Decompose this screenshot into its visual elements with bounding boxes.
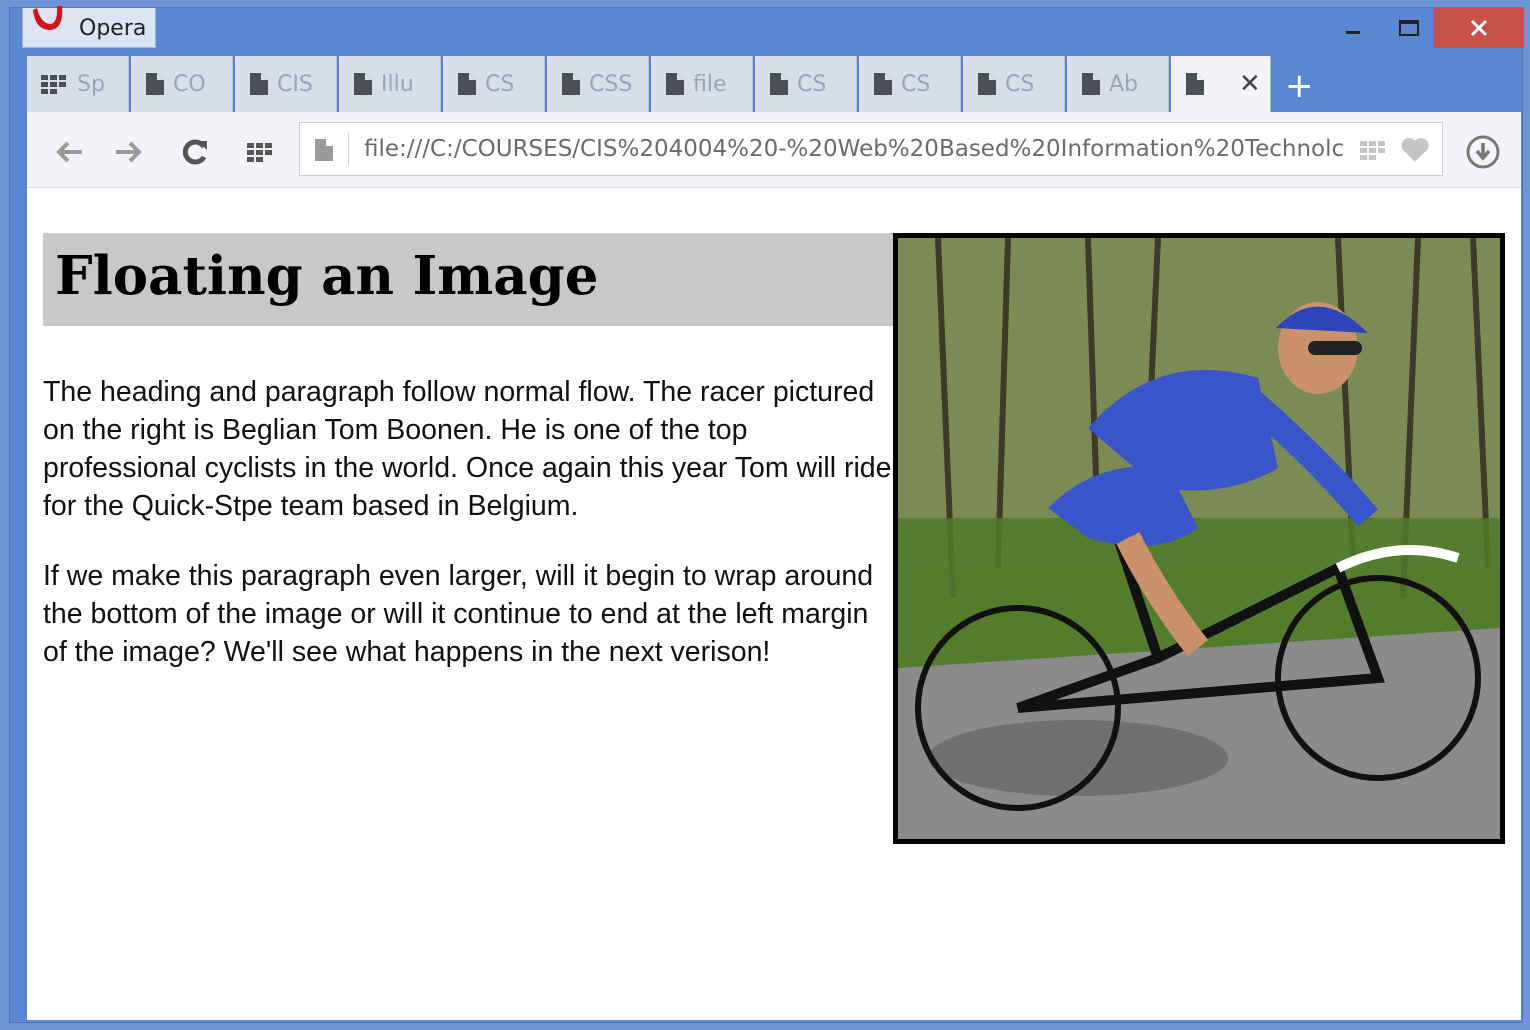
tab[interactable]: CSS xyxy=(547,56,649,112)
tab[interactable]: CIS xyxy=(235,56,337,112)
speed-dial-icon xyxy=(41,75,66,94)
minimize-button[interactable] xyxy=(1330,8,1376,48)
tab[interactable]: Ab xyxy=(1067,56,1169,112)
back-arrow-icon xyxy=(56,141,82,163)
page-icon xyxy=(250,73,268,95)
page-icon xyxy=(978,73,996,95)
page-icon xyxy=(1082,73,1100,95)
maximize-button[interactable] xyxy=(1386,8,1432,48)
tab-label: Ab xyxy=(1109,71,1139,97)
app-name: Opera xyxy=(79,16,147,41)
page-icon xyxy=(874,73,892,95)
close-icon xyxy=(1470,19,1488,37)
tab-bar: Sp CO CIS Illu CS CSS file CS CS CS Ab ✕… xyxy=(27,56,1519,112)
page-heading: Floating an Image xyxy=(55,245,599,307)
page-icon xyxy=(315,139,333,161)
page-icon xyxy=(562,73,580,95)
address-bar[interactable]: file:///C:/COURSES/CIS%204004%20-%20Web%… xyxy=(299,122,1443,176)
tab[interactable]: Illu xyxy=(339,56,441,112)
tab-label: CSS xyxy=(589,71,633,97)
tab-label: CS xyxy=(485,71,515,97)
forward-button[interactable] xyxy=(109,132,149,172)
tab-label: CO xyxy=(173,71,206,97)
navigation-toolbar: file:///C:/COURSES/CIS%204004%20-%20Web%… xyxy=(27,112,1521,188)
page-content: Floating an Image The heading and paragr… xyxy=(27,188,1521,1020)
url-text[interactable]: file:///C:/COURSES/CIS%204004%20-%20Web%… xyxy=(364,136,1354,162)
tab-label: CS xyxy=(901,71,931,97)
address-separator xyxy=(348,133,349,165)
paragraph-2: If we make this paragraph even larger, w… xyxy=(43,560,874,668)
heading-block: Floating an Image xyxy=(43,233,903,326)
tab-label: file xyxy=(693,71,727,97)
cyclist-photo xyxy=(893,233,1505,844)
reload-button[interactable] xyxy=(175,132,215,172)
tab[interactable]: CS xyxy=(963,56,1065,112)
tab[interactable]: CS xyxy=(755,56,857,112)
close-window-button[interactable] xyxy=(1434,8,1524,48)
cyclist-image xyxy=(898,238,1500,839)
opera-logo-icon xyxy=(33,6,63,30)
page-icon xyxy=(1186,73,1204,95)
tab-active[interactable]: ✕ xyxy=(1171,56,1271,112)
reload-icon xyxy=(182,139,207,165)
forward-arrow-icon xyxy=(116,141,142,163)
tab[interactable]: file xyxy=(651,56,753,112)
download-button[interactable] xyxy=(1463,132,1503,172)
tab[interactable]: CO xyxy=(131,56,233,112)
browser-window: Opera Sp CO CIS Illu CS CSS file CS CS C… xyxy=(9,6,1524,1023)
page-icon xyxy=(666,73,684,95)
heart-icon[interactable] xyxy=(1400,137,1430,163)
tab-label: Sp xyxy=(77,71,105,97)
tab-label: Illu xyxy=(381,71,414,97)
tab-label: CIS xyxy=(277,71,313,97)
speed-dial-button[interactable] xyxy=(241,132,281,172)
opera-menu-button[interactable]: Opera xyxy=(22,6,156,48)
page-icon xyxy=(354,73,372,95)
tab-speed-dial[interactable]: Sp xyxy=(27,56,129,112)
paragraph-1: The heading and paragraph follow normal … xyxy=(43,376,892,522)
page-icon xyxy=(770,73,788,95)
minimize-icon xyxy=(1346,31,1360,34)
back-button[interactable] xyxy=(49,132,89,172)
new-tab-button[interactable]: + xyxy=(1285,66,1314,106)
page-icon xyxy=(146,73,164,95)
download-icon xyxy=(1466,135,1500,169)
tab[interactable]: CS xyxy=(859,56,961,112)
speed-dial-icon xyxy=(247,143,272,162)
close-tab-icon[interactable]: ✕ xyxy=(1239,69,1261,99)
speed-dial-add-icon[interactable] xyxy=(1360,139,1388,161)
page-icon xyxy=(458,73,476,95)
tab[interactable]: CS xyxy=(443,56,545,112)
title-bar: Opera xyxy=(10,6,1524,52)
tab-label: CS xyxy=(797,71,827,97)
maximize-icon xyxy=(1399,20,1419,36)
tab-label: CS xyxy=(1005,71,1035,97)
